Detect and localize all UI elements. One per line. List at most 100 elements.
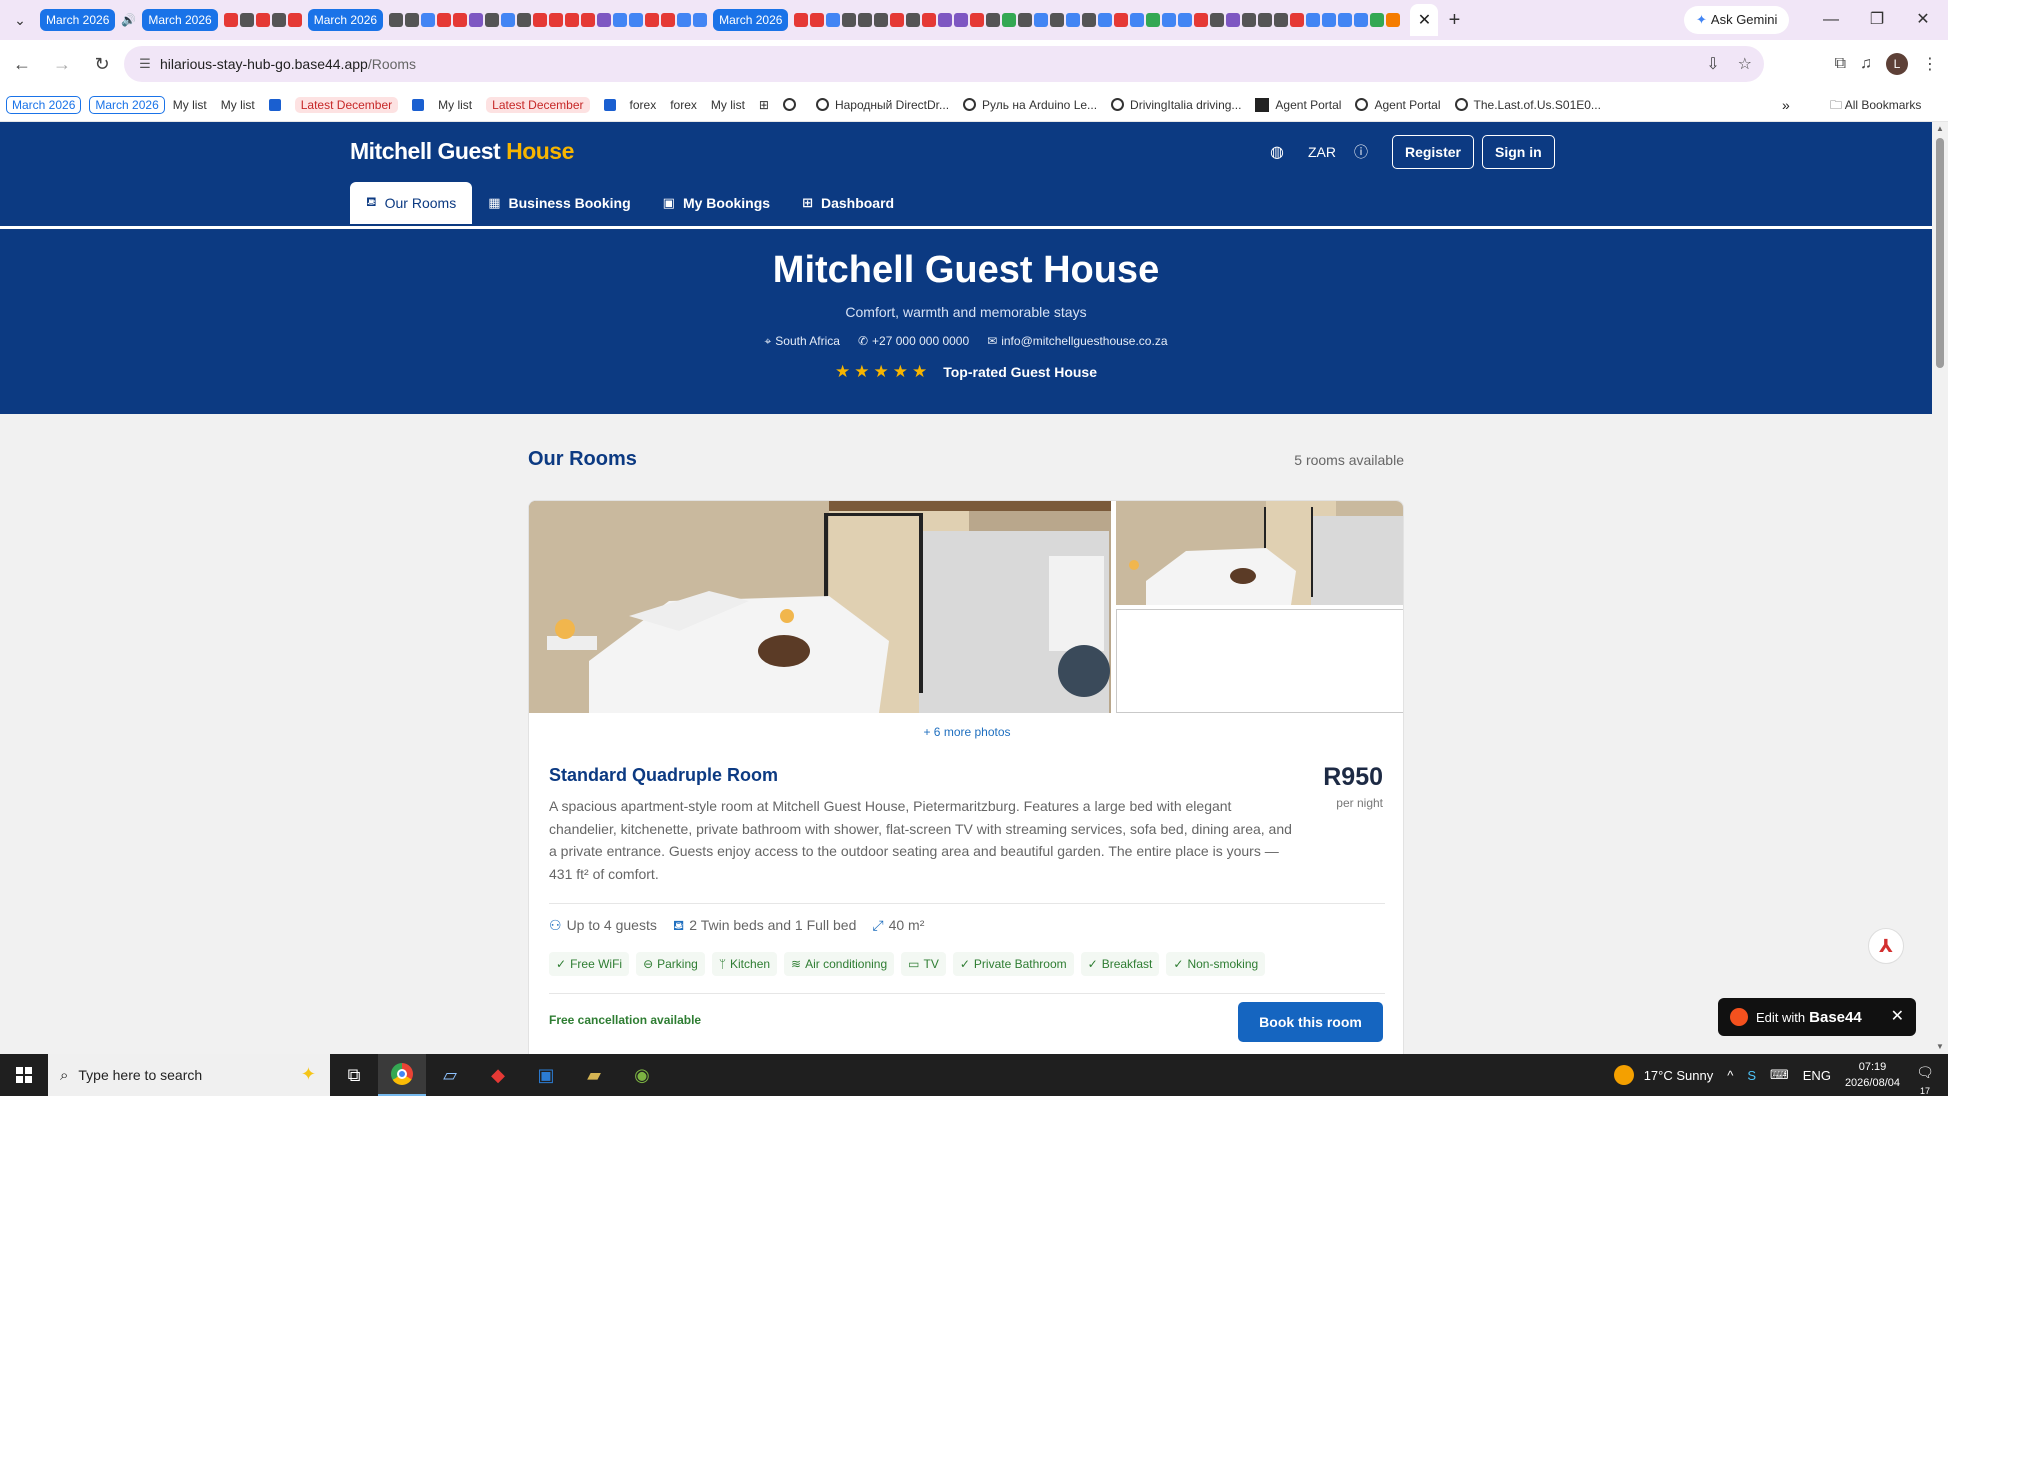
register-button[interactable]: Register	[1391, 135, 1474, 169]
extensions-icon[interactable]: ⧉	[1835, 55, 1846, 73]
bookmark-icon-item[interactable]	[603, 98, 616, 111]
profile-avatar[interactable]: L	[1886, 53, 1908, 75]
site-logo[interactable]: Mitchell Guest House	[350, 138, 574, 165]
network-app-taskbar-icon[interactable]: ◉	[618, 1054, 666, 1096]
bookmark-item[interactable]: forex	[630, 98, 657, 112]
task-view-icon[interactable]: ⧉	[330, 1054, 378, 1096]
new-tab-button[interactable]: +	[1438, 9, 1470, 32]
bookmark-item[interactable]: forex	[670, 98, 697, 112]
pdf-icon[interactable]: ⅄	[1868, 928, 1904, 964]
sign-in-button[interactable]: Sign in	[1482, 135, 1555, 169]
book-room-button[interactable]: Book this room	[1238, 1002, 1383, 1042]
bookmark-item[interactable]: My list	[711, 98, 745, 112]
vertical-scrollbar[interactable]: ▲ ▼	[1932, 122, 1948, 1054]
bookmark-item[interactable]: DrivingItalia driving...	[1111, 98, 1241, 112]
bookmark-item[interactable]: Руль на Arduino Le...	[963, 98, 1097, 112]
bookmark-folder[interactable]: March 2026	[6, 95, 82, 114]
scroll-thumb[interactable]	[1936, 138, 1944, 368]
tab-search-icon[interactable]: ⌄	[0, 0, 40, 40]
more-photos-link[interactable]: + 6 more photos	[529, 725, 1403, 739]
bookmark-folder[interactable]: March 2026	[89, 95, 165, 114]
weather-text[interactable]: 17°C Sunny	[1644, 1068, 1714, 1083]
forward-button[interactable]: →	[44, 46, 80, 82]
scroll-down-arrow[interactable]: ▼	[1932, 1040, 1948, 1054]
page-viewport: Mitchell Guest House ◍ ZAR ⓘ Register Si…	[0, 122, 1932, 1054]
notepad-taskbar-icon[interactable]: ▱	[426, 1054, 474, 1096]
tab-group[interactable]: March 2026	[142, 9, 218, 31]
tab-favicons[interactable]	[223, 13, 302, 27]
room-name[interactable]: Standard Quadruple Room	[549, 765, 778, 786]
install-app-icon[interactable]: ⇩	[1706, 54, 1719, 74]
reload-button[interactable]: ↻	[84, 46, 120, 82]
taskbar-search[interactable]: ⌕ Type here to search ✦	[48, 1054, 330, 1096]
address-bar[interactable]: ☰ hilarious-stay-hub-go.base44.app/Rooms…	[124, 46, 1764, 82]
bookmark-item[interactable]: Agent Portal	[1255, 97, 1341, 112]
app-taskbar-icon[interactable]: ◆	[474, 1054, 522, 1096]
restore-button[interactable]: ❐	[1854, 0, 1900, 40]
tab-group[interactable]: March 2026	[713, 9, 789, 31]
currency-selector[interactable]: ZAR	[1308, 144, 1336, 160]
apps-grid-icon[interactable]: ⊞	[759, 98, 769, 112]
phone[interactable]: ✆ +27 000 000 0000	[858, 334, 969, 349]
bookmark-item[interactable]: My list	[438, 98, 472, 112]
language-indicator[interactable]: ENG	[1803, 1068, 1831, 1083]
money-taskbar-icon[interactable]: ▰	[570, 1054, 618, 1096]
close-icon[interactable]: ✕	[1891, 998, 1904, 1036]
speaker-icon[interactable]: 🔊	[121, 13, 136, 27]
amenity-badge: ≋ Air conditioning	[784, 952, 895, 976]
media-control-icon[interactable]: ♫	[1860, 55, 1872, 73]
bookmark-icon-item[interactable]	[268, 98, 281, 111]
clock[interactable]: 07:19 2026/08/04	[1845, 1059, 1900, 1091]
bookmark-item[interactable]: My list	[221, 98, 255, 112]
back-button[interactable]: ←	[4, 46, 40, 82]
close-tab-icon[interactable]: ✕	[1418, 10, 1431, 30]
help-icon[interactable]: ⓘ	[1354, 142, 1368, 162]
bookmark-icon-item[interactable]	[782, 98, 802, 111]
room-photo-main[interactable]	[529, 501, 1111, 713]
section-title: Our Rooms	[528, 448, 637, 470]
tab-my-bookings[interactable]: ▣ My Bookings	[647, 182, 786, 224]
tab-group[interactable]: March 2026	[40, 9, 116, 31]
tray-chevron-icon[interactable]: ^	[1727, 1068, 1733, 1083]
active-tab[interactable]: ✕	[1410, 4, 1439, 36]
car-icon: ⊖	[643, 957, 654, 971]
all-bookmarks[interactable]: 🗀 All Bookmarks	[1830, 88, 1921, 122]
notifications-icon[interactable]: 🗨17	[1914, 1064, 1936, 1096]
scroll-up-arrow[interactable]: ▲	[1932, 122, 1948, 136]
tab-favicons[interactable]	[794, 13, 1401, 27]
chrome-taskbar-icon[interactable]	[378, 1054, 426, 1096]
bookmark-item[interactable]: My list	[173, 98, 207, 112]
close-window-button[interactable]: ✕	[1900, 0, 1946, 40]
room-photo-broken[interactable]	[1116, 609, 1403, 713]
outlook-taskbar-icon[interactable]: ▣	[522, 1054, 570, 1096]
weather-icon[interactable]	[1613, 1065, 1634, 1085]
bookmark-item[interactable]: Народный DirectDr...	[815, 98, 949, 112]
bookmark-star-icon[interactable]: ☆	[1738, 54, 1752, 74]
url-text[interactable]: hilarious-stay-hub-go.base44.app/Rooms	[160, 56, 416, 72]
language-globe-icon[interactable]: ◍	[1270, 142, 1284, 162]
bookmark-item[interactable]: Latest December	[486, 96, 590, 113]
bookmark-item[interactable]: The.Last.of.Us.S01E0...	[1454, 98, 1601, 112]
email[interactable]: ✉ info@mitchellguesthouse.co.za	[987, 334, 1167, 349]
site-info-icon[interactable]: ☰	[130, 56, 160, 72]
tab-favicons[interactable]	[389, 13, 708, 27]
bookmark-item[interactable]: Latest December	[294, 96, 399, 113]
ask-gemini-button[interactable]: ✦ Ask Gemini	[1684, 6, 1790, 34]
bookmark-icon-item[interactable]	[412, 98, 425, 111]
browser-menu-icon[interactable]: ⋮	[1922, 54, 1938, 74]
tab-our-rooms[interactable]: ⛾ Our Rooms	[350, 182, 473, 224]
bookmark-item[interactable]: Agent Portal	[1355, 98, 1441, 112]
keyboard-icon[interactable]: ⌨	[1770, 1067, 1789, 1083]
bedroom-thumb	[1116, 501, 1403, 605]
location: ⌖ South Africa	[764, 334, 840, 348]
tab-dashboard[interactable]: ⊞ Dashboard	[786, 182, 910, 224]
more-bookmarks-icon[interactable]: »	[1782, 88, 1790, 122]
room-photo-thumb[interactable]	[1116, 501, 1403, 605]
start-button[interactable]	[0, 1054, 48, 1096]
check-icon: ✓	[1087, 957, 1098, 971]
skype-icon[interactable]: S	[1747, 1068, 1756, 1083]
edit-with-base44-button[interactable]: Edit with Base44 ✕	[1718, 998, 1916, 1036]
tab-group[interactable]: March 2026	[307, 9, 384, 31]
tab-business-booking[interactable]: ▦ Business Booking	[472, 182, 646, 224]
minimize-button[interactable]: —	[1808, 0, 1854, 40]
